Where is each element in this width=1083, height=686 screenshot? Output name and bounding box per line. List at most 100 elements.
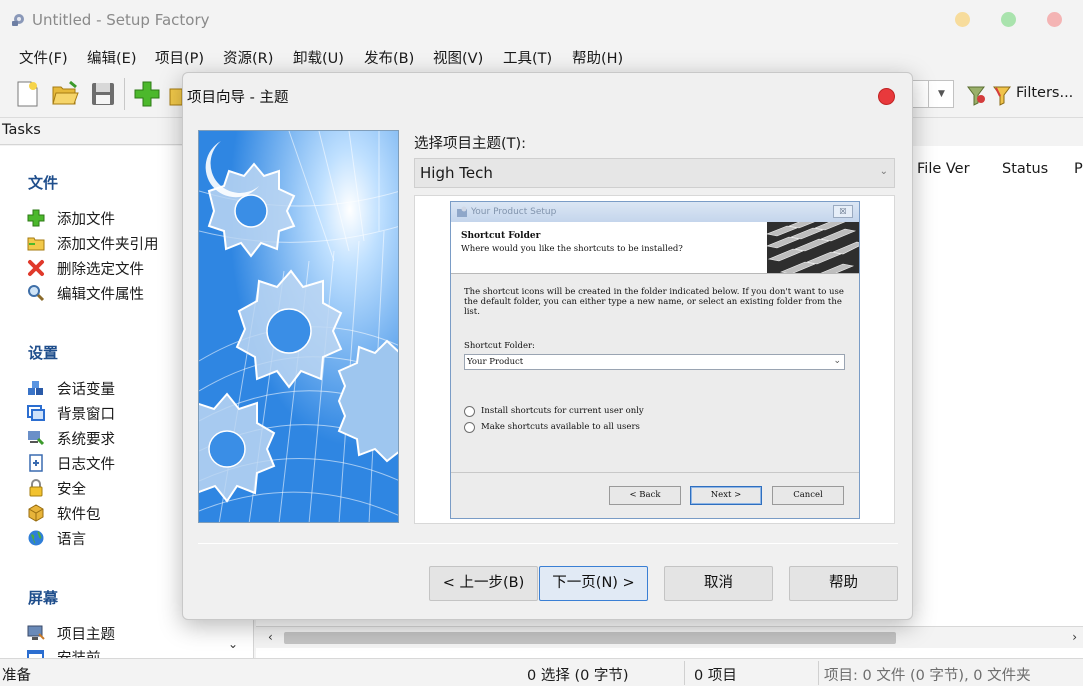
close-icon: ☒: [833, 205, 853, 218]
filters-label: Filters...: [1016, 85, 1074, 101]
chevron-down-icon: ⌄: [879, 166, 888, 177]
theme-select[interactable]: High Tech ⌄: [414, 158, 895, 188]
menu-resources[interactable]: 资源(R): [223, 47, 273, 68]
column-header-status[interactable]: Status: [1002, 161, 1048, 177]
status-ready: 准备: [2, 668, 31, 684]
task-label: 背景窗口: [57, 407, 115, 423]
chevron-down-icon: ⌄: [833, 356, 841, 366]
preview-header: Shortcut Folder Where would you like the…: [451, 222, 859, 274]
back-button[interactable]: < 上一步(B): [429, 566, 538, 601]
menu-tools[interactable]: 工具(T): [503, 47, 552, 68]
menu-file[interactable]: 文件(F): [19, 47, 68, 68]
task-label: 软件包: [57, 507, 101, 523]
preview-next-button: Next >: [690, 486, 762, 505]
task-label: 语言: [57, 532, 86, 548]
open-folder-icon[interactable]: [50, 79, 80, 109]
help-button[interactable]: 帮助: [789, 566, 898, 601]
window-title: Untitled - Setup Factory: [32, 11, 210, 29]
dialog-separator: [198, 543, 898, 544]
theme-select-value: High Tech: [420, 164, 493, 182]
radio-icon: [464, 406, 475, 417]
minimize-button[interactable]: [955, 12, 970, 27]
preview-shortcut-folder-input: Your Product ⌄: [464, 354, 845, 370]
task-label: 项目主题: [57, 627, 115, 643]
scrollbar-thumb[interactable]: [284, 632, 896, 644]
chevron-left-icon[interactable]: ‹: [268, 630, 273, 644]
background-window-icon: [27, 405, 45, 421]
tasks-title: Tasks: [2, 122, 41, 138]
menu-help[interactable]: 帮助(H): [572, 47, 623, 68]
preview-back-button: < Back: [609, 486, 681, 505]
system-requirements-icon: [28, 431, 45, 446]
section-title-screens: 屏幕: [28, 589, 59, 607]
setup-icon: [457, 206, 467, 217]
radio-icon: [464, 422, 475, 433]
toolbar-separator: [124, 78, 125, 110]
add-file-icon: [27, 209, 45, 227]
theme-preview: Your Product Setup ☒ Shortcut Folder Whe…: [414, 195, 895, 524]
menu-view[interactable]: 视图(V): [433, 47, 483, 68]
folder-icon[interactable]: [168, 79, 182, 109]
chevron-right-icon[interactable]: ›: [1072, 630, 1077, 644]
keyboard-image: [767, 222, 859, 273]
new-document-icon[interactable]: [12, 79, 42, 109]
preview-field-value: Your Product: [467, 357, 524, 367]
preview-heading: Shortcut Folder: [461, 231, 541, 241]
before-install-icon: [27, 650, 44, 658]
close-button[interactable]: [1047, 12, 1062, 27]
task-label: 会话变量: [57, 382, 115, 398]
lock-icon: [29, 479, 43, 497]
preview-titlebar: Your Product Setup ☒: [451, 202, 859, 222]
edit-properties-icon: [28, 285, 45, 302]
task-label: 添加文件夹引用: [57, 237, 159, 253]
title-bar: Untitled - Setup Factory: [0, 0, 1083, 40]
maximize-button[interactable]: [1001, 12, 1016, 27]
menu-uninstall[interactable]: 卸载(U): [293, 47, 344, 68]
status-divider: [818, 661, 819, 685]
filter-icon: [993, 86, 1011, 106]
preview-cancel-button: Cancel: [772, 486, 844, 505]
cancel-button[interactable]: 取消: [664, 566, 773, 601]
preview-radio-label: Install shortcuts for current user only: [481, 406, 644, 416]
task-label: 添加文件: [57, 212, 115, 228]
task-label: 安全: [57, 482, 86, 498]
high-tech-gears-image: [199, 131, 398, 522]
task-label: 系统要求: [57, 432, 115, 448]
preview-subheading: Where would you like the shortcuts to be…: [461, 244, 683, 254]
horizontal-scrollbar[interactable]: ‹ ›: [256, 626, 1083, 648]
dialog-close-button[interactable]: [878, 88, 895, 105]
package-icon: [28, 504, 44, 522]
add-file-icon[interactable]: [132, 79, 162, 109]
menu-edit[interactable]: 编辑(E): [87, 47, 136, 68]
delete-icon: [28, 260, 44, 276]
section-title-files: 文件: [28, 174, 59, 192]
preview-body-text: The shortcut icons will be created in th…: [464, 287, 844, 317]
status-items: 0 项目: [694, 668, 737, 684]
preview-window-title: Your Product Setup: [471, 207, 557, 217]
theme-label: 选择项目主题(T):: [414, 136, 527, 152]
menu-bar: 文件(F) 编辑(E) 项目(P) 资源(R) 卸载(U) 发布(B) 视图(V…: [0, 40, 1083, 72]
column-header-p[interactable]: P: [1074, 161, 1083, 177]
column-header-file-version[interactable]: File Ver: [917, 161, 970, 177]
chevron-down-icon[interactable]: ▼: [928, 80, 954, 108]
add-folder-reference-icon: [27, 237, 45, 251]
next-button[interactable]: 下一页(N) >: [539, 566, 648, 601]
preview-field-label: Shortcut Folder:: [464, 341, 535, 351]
status-bar: 准备 0 选择 (0 字节) 0 项目 项目: 0 文件 (0 字节), 0 文…: [0, 658, 1083, 686]
project-wizard-dialog: 项目向导 - 主题 选择项目主题(T): High Tech ⌄ Your Pr…: [182, 72, 913, 620]
status-divider: [684, 661, 685, 685]
preview-separator: [451, 472, 859, 473]
save-icon[interactable]: [88, 79, 118, 109]
globe-icon: [28, 530, 44, 546]
log-file-icon: [29, 454, 43, 472]
chevron-down-icon[interactable]: ⌄: [228, 637, 238, 651]
preview-window: Your Product Setup ☒ Shortcut Folder Whe…: [450, 201, 860, 519]
filter-icon: [967, 86, 985, 106]
menu-project[interactable]: 项目(P): [155, 47, 204, 68]
theme-artwork: [198, 130, 399, 523]
menu-publish[interactable]: 发布(B): [364, 47, 414, 68]
task-label: 删除选定文件: [57, 262, 144, 278]
preview-radio-label: Make shortcuts available to all users: [481, 422, 640, 432]
task-label: 安装前: [57, 647, 101, 658]
section-title-settings: 设置: [28, 344, 59, 362]
